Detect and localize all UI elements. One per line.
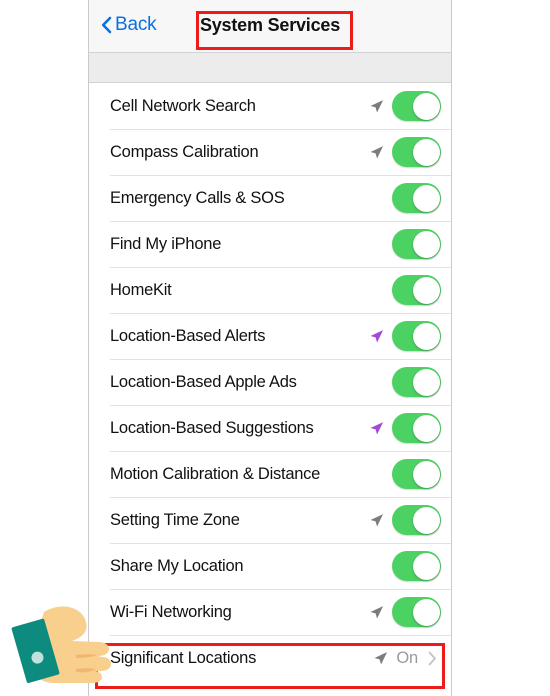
toggle-switch[interactable] xyxy=(392,413,441,443)
location-services-arrow-icon xyxy=(369,605,384,620)
location-services-arrow-icon xyxy=(369,329,384,344)
list-item[interactable]: Setting Time Zone xyxy=(89,497,451,543)
location-services-arrow-icon xyxy=(373,651,388,666)
list-item-control xyxy=(369,229,441,259)
list-item-control xyxy=(369,275,441,305)
toggle-switch[interactable] xyxy=(392,183,441,213)
list-item[interactable]: Find My iPhone xyxy=(89,221,451,267)
list-item[interactable]: Location-Based Alerts xyxy=(89,313,451,359)
toggle-switch[interactable] xyxy=(392,505,441,535)
location-services-arrow-icon xyxy=(369,421,384,436)
list-item-label: Location-Based Apple Ads xyxy=(110,372,297,391)
list-item-label: Find My iPhone xyxy=(110,234,222,253)
system-services-list: Cell Network Search Compass Calibration Em… xyxy=(89,83,451,681)
toggle-knob xyxy=(412,368,440,396)
toggle-switch[interactable] xyxy=(392,137,441,167)
toggle-knob xyxy=(412,92,440,120)
toggle-knob xyxy=(412,138,440,166)
list-item-label: Significant Locations xyxy=(110,648,257,667)
list-item[interactable]: Share My Location xyxy=(89,543,451,589)
list-item-label: Location-Based Suggestions xyxy=(110,418,314,437)
list-item[interactable]: Wi-Fi Networking xyxy=(89,589,451,635)
list-item-label: Cell Network Search xyxy=(110,96,256,115)
toggle-knob xyxy=(412,276,440,304)
chevron-right-icon xyxy=(428,651,437,666)
list-item[interactable]: Cell Network Search xyxy=(89,83,451,129)
list-item-label: Emergency Calls & SOS xyxy=(110,188,285,207)
toggle-knob xyxy=(412,184,440,212)
list-item-control xyxy=(369,551,441,581)
list-item-control xyxy=(369,183,441,213)
list-item-control xyxy=(369,321,441,351)
list-item[interactable]: Motion Calibration & Distance xyxy=(89,451,451,497)
navigation-bar: Back System Services xyxy=(89,0,451,53)
toggle-switch[interactable] xyxy=(392,367,441,397)
location-services-arrow-icon xyxy=(369,513,384,528)
list-item[interactable]: HomeKit xyxy=(89,267,451,313)
list-item-control xyxy=(369,91,441,121)
list-item-control xyxy=(369,137,441,167)
list-item-label: HomeKit xyxy=(110,280,172,299)
location-services-arrow-icon xyxy=(369,99,384,114)
list-item-label: Wi-Fi Networking xyxy=(110,602,232,621)
list-item-label: Motion Calibration & Distance xyxy=(110,464,321,483)
toggle-switch[interactable] xyxy=(392,91,441,121)
list-item-label: Compass Calibration xyxy=(110,142,259,161)
section-spacer xyxy=(89,53,451,83)
list-item[interactable]: Location-Based Apple Ads xyxy=(89,359,451,405)
list-item[interactable]: Location-Based Suggestions xyxy=(89,405,451,451)
list-item-control xyxy=(369,367,441,397)
list-item-control xyxy=(369,413,441,443)
location-services-arrow-icon xyxy=(369,145,384,160)
list-item-control xyxy=(369,505,441,535)
toggle-switch[interactable] xyxy=(392,275,441,305)
toggle-knob xyxy=(412,598,440,626)
toggle-knob xyxy=(412,230,440,258)
list-item-control xyxy=(369,597,441,627)
pointing-hand-cursor xyxy=(6,598,116,688)
toggle-switch[interactable] xyxy=(392,459,441,489)
list-item-label: Share My Location xyxy=(110,556,244,575)
list-item[interactable]: Emergency Calls & SOS xyxy=(89,175,451,221)
toggle-switch[interactable] xyxy=(392,597,441,627)
toggle-switch[interactable] xyxy=(392,229,441,259)
page-title: System Services xyxy=(199,15,341,35)
list-item-label: Setting Time Zone xyxy=(110,510,240,529)
toggle-knob xyxy=(412,460,440,488)
toggle-knob xyxy=(412,506,440,534)
toggle-knob xyxy=(412,414,440,442)
phone-screen: Back System Services Cell Network Search… xyxy=(88,0,452,696)
list-item[interactable]: Compass Calibration xyxy=(89,129,451,175)
list-item-control: On xyxy=(373,649,441,668)
toggle-knob xyxy=(412,322,440,350)
list-item-label: Location-Based Alerts xyxy=(110,326,266,345)
list-item-control xyxy=(369,459,441,489)
list-item[interactable]: Significant Locations On xyxy=(89,635,451,681)
toggle-knob xyxy=(412,552,440,580)
row-value: On xyxy=(396,648,418,667)
toggle-switch[interactable] xyxy=(392,321,441,351)
toggle-switch[interactable] xyxy=(392,551,441,581)
